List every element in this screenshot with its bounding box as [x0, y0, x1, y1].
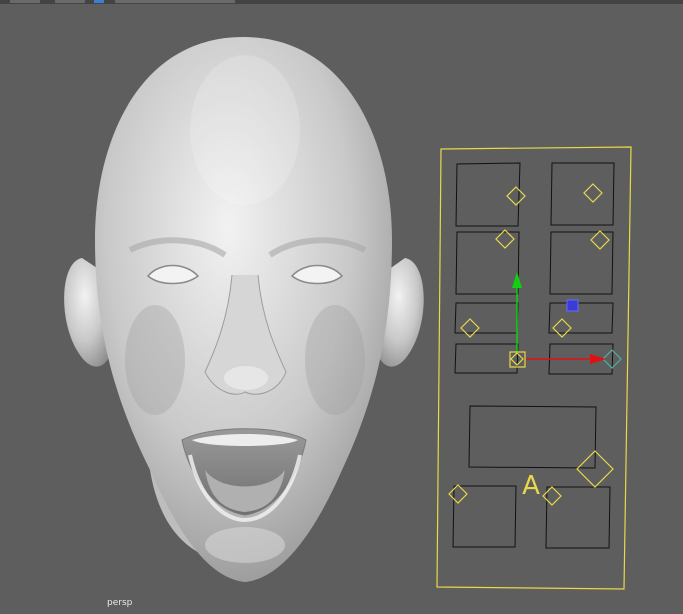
brow-left-control[interactable] — [506, 186, 526, 206]
camera-label: persp — [107, 598, 133, 608]
cheek-left-control[interactable] — [460, 318, 480, 338]
eye-left-box — [455, 231, 520, 295]
head-mesh[interactable] — [64, 37, 424, 582]
brow-left-box — [455, 162, 521, 227]
move-manipulator[interactable] — [509, 272, 606, 368]
cheek-right-box — [548, 302, 614, 334]
cheek-right-control[interactable] — [552, 318, 572, 338]
y-axis-arrow-icon[interactable] — [512, 272, 522, 288]
facial-rig-panel[interactable]: A — [436, 146, 632, 590]
cheek-left-box — [454, 302, 519, 334]
lip-left-control[interactable] — [448, 484, 468, 504]
eye-right-box — [549, 231, 614, 295]
rig-panel-frame[interactable] — [436, 146, 632, 590]
brow-right-control[interactable] — [583, 183, 603, 203]
brow-right-box — [550, 162, 615, 226]
lip-right-box — [545, 486, 611, 549]
viewport-3d[interactable]: A persp — [0, 0, 683, 614]
jaw-letter-label: A — [522, 471, 540, 501]
eye-right-control[interactable] — [590, 230, 610, 250]
scene-canvas[interactable]: A — [0, 0, 683, 614]
lip-left-box — [452, 485, 517, 548]
eye-left-control[interactable] — [495, 229, 515, 249]
lip-right-control[interactable] — [542, 486, 562, 506]
jaw-box — [468, 405, 597, 469]
cheek-right-selected-handle[interactable] — [566, 299, 579, 312]
mouth-corner-left-box — [454, 343, 519, 374]
x-axis-arrow-icon[interactable] — [590, 354, 606, 364]
